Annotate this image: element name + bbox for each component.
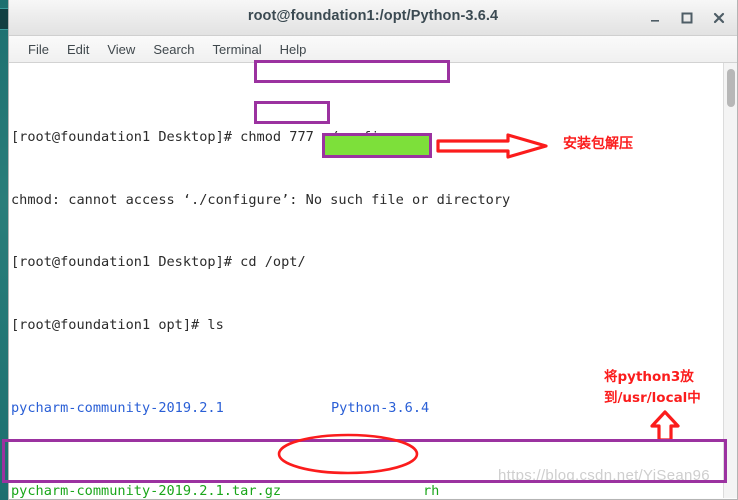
annotation-install-note: 将python3放 到/usr/local中 [604, 367, 701, 409]
terminal-line: chmod: cannot access ‘./configure’: No s… [11, 191, 511, 208]
terminal-window: root@foundation1:/opt/Python-3.6.4 File … [8, 0, 738, 500]
menu-terminal[interactable]: Terminal [204, 40, 271, 59]
terminal-screenshot: root@foundation1:/opt/Python-3.6.4 File … [0, 0, 738, 500]
maximize-icon[interactable] [679, 10, 695, 26]
menu-search[interactable]: Search [144, 40, 203, 59]
terminal-scrollbar[interactable] [723, 63, 737, 498]
scrollbar-thumb[interactable] [727, 69, 735, 107]
window-titlebar[interactable]: root@foundation1:/opt/Python-3.6.4 [9, 0, 737, 36]
menu-edit[interactable]: Edit [58, 40, 98, 59]
red-arrow-up-icon [650, 410, 680, 442]
annotation-extract-note: 安装包解压 [563, 136, 633, 152]
annotation-install-line2: 到/usr/local中 [604, 390, 701, 406]
red-arrow-right-icon [436, 133, 548, 159]
menu-file[interactable]: File [19, 40, 58, 59]
desktop-launcher-icon[interactable] [0, 8, 8, 30]
listing-entry: Python-3.6.4 [331, 399, 430, 416]
terminal-line: [root@foundation1 Desktop]# cd /opt/ [11, 254, 306, 271]
annotation-install-line1: 将python3放 [604, 369, 694, 385]
terminal-line: [root@foundation1 opt]# ls [11, 316, 224, 333]
menu-view[interactable]: View [98, 40, 144, 59]
window-controls [647, 0, 727, 36]
close-icon[interactable] [711, 10, 727, 26]
red-ellipse-configure [277, 433, 419, 475]
listing-entry: pycharm-community-2019.2.1.tar.gz [11, 482, 282, 498]
terminal-line: pycharm-community-2019.2.1.tar.gz rh [11, 481, 725, 498]
listing-entry: pycharm-community-2019.2.1 [11, 399, 224, 416]
listing-entry: rh [423, 482, 440, 498]
menubar: File Edit View Search Terminal Help [9, 36, 737, 63]
desktop-left-strip [0, 0, 8, 500]
minimize-icon[interactable] [647, 10, 663, 26]
window-title: root@foundation1:/opt/Python-3.6.4 [247, 8, 499, 24]
menu-help[interactable]: Help [271, 40, 316, 59]
